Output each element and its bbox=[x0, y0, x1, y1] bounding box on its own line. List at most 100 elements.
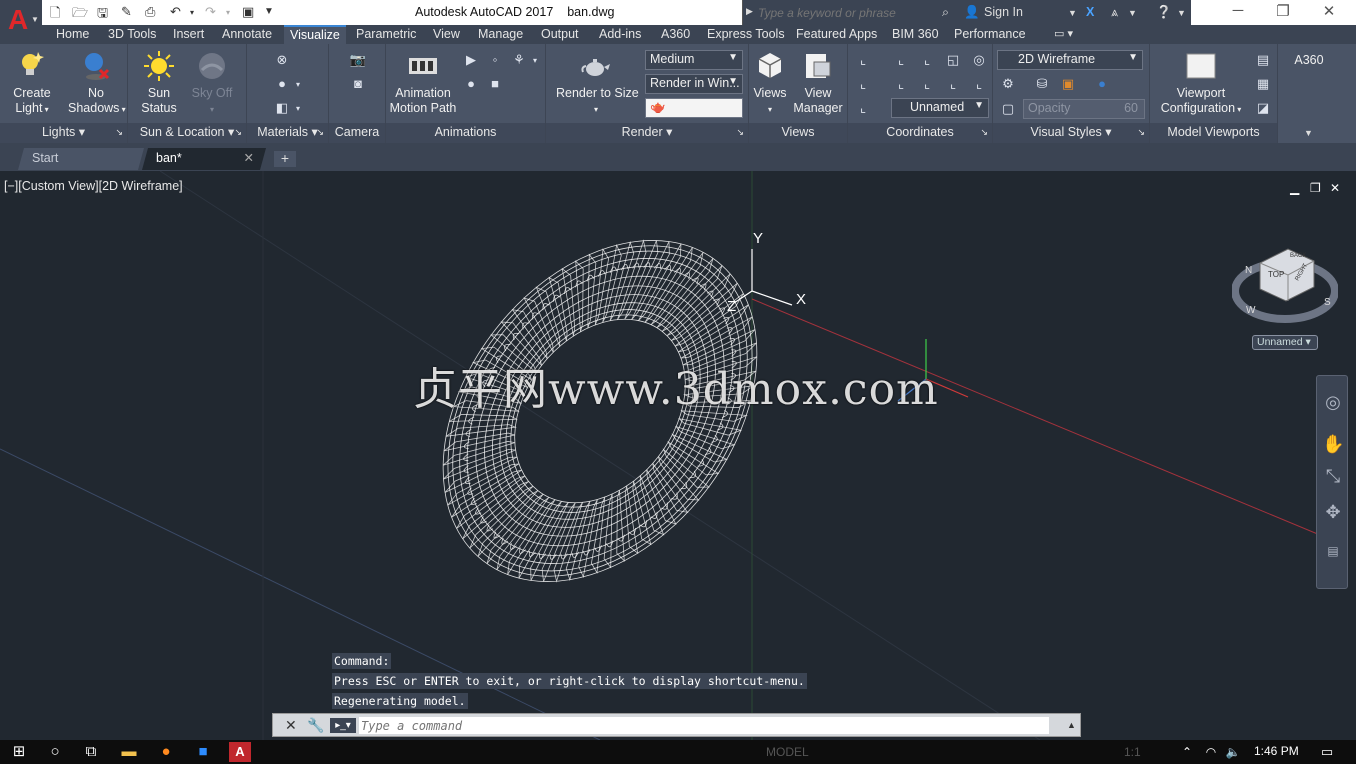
viewport-close-icon[interactable]: ✕ bbox=[1330, 181, 1340, 195]
sign-in-button[interactable]: Sign In bbox=[984, 5, 1023, 19]
new-file-icon[interactable]: 🗋 bbox=[50, 4, 60, 20]
file-tab-start[interactable]: Start bbox=[18, 148, 144, 170]
firefox-icon[interactable]: ● bbox=[155, 742, 177, 762]
windows-start-icon[interactable]: ⊞ bbox=[8, 742, 30, 762]
viewport-restore-icon[interactable]: ❐ bbox=[1310, 181, 1321, 195]
taskbar-clock[interactable]: 1:46 PM bbox=[1254, 744, 1299, 758]
tab-visualize[interactable]: Visualize bbox=[284, 25, 346, 44]
panel-title-materials[interactable]: Materials ▾ ↘ bbox=[247, 123, 328, 143]
tray-expand-icon[interactable]: ⌃ bbox=[1176, 742, 1198, 762]
tab-featured-apps[interactable]: Featured Apps bbox=[796, 27, 877, 44]
panel-title-visual-styles[interactable]: Visual Styles ▾ ↘ bbox=[993, 123, 1149, 143]
panel-title-animations[interactable]: Animations bbox=[386, 123, 545, 143]
close-tab-icon[interactable]: ✕ bbox=[244, 148, 254, 168]
animation-motion-path-button[interactable]: Animation Motion Path bbox=[388, 50, 458, 116]
help-icon[interactable]: ❔ bbox=[1156, 5, 1172, 20]
create-camera-icon[interactable]: 📷 bbox=[349, 52, 367, 68]
no-shadows-button[interactable]: No Shadows ▾ bbox=[68, 50, 126, 117]
panel-title-model-viewports[interactable]: Model Viewports bbox=[1150, 123, 1277, 143]
face-style-icon[interactable]: ▣ bbox=[1059, 76, 1077, 92]
ucs-3point-icon[interactable]: ⌞ bbox=[892, 76, 910, 92]
print-icon[interactable]: ⎙ bbox=[145, 4, 155, 20]
tab-bim-360[interactable]: BIM 360 bbox=[892, 27, 939, 44]
panel-title-sun-location[interactable]: Sun & Location ▾ ↘ bbox=[128, 123, 246, 143]
chevron-down-icon[interactable]: ▼ bbox=[1068, 8, 1077, 18]
ucs-x-icon[interactable]: ⌞ bbox=[918, 52, 936, 68]
create-light-button[interactable]: Create Light ▾ bbox=[8, 50, 56, 117]
render-environment-field[interactable]: 🫖 bbox=[645, 98, 743, 118]
zoom-extents-icon[interactable]: ⤡ bbox=[1322, 466, 1344, 488]
ucs-named-icon[interactable]: ⌞ bbox=[854, 100, 872, 116]
workspace-icon[interactable]: ▣ bbox=[242, 4, 254, 20]
close-command-line-icon[interactable]: ✕ bbox=[285, 717, 297, 734]
cube-back-face[interactable]: BACK bbox=[1290, 253, 1306, 259]
record-icon[interactable]: ● bbox=[462, 76, 480, 92]
application-menu-button[interactable]: A ▼ bbox=[0, 0, 42, 44]
file-tab-current[interactable]: ban* ✕ bbox=[142, 148, 266, 170]
open-file-icon[interactable]: 🗁 bbox=[72, 4, 88, 20]
compass-s[interactable]: S bbox=[1324, 297, 1331, 308]
ucs-z-icon[interactable]: ⌞ bbox=[944, 76, 962, 92]
expand-icon[interactable]: ▶ bbox=[746, 6, 753, 17]
binoculars-icon[interactable]: ⌕ bbox=[942, 5, 949, 20]
tab-3d-tools[interactable]: 3D Tools bbox=[108, 27, 156, 44]
opacity-slider[interactable]: Opacity 60 bbox=[1023, 99, 1145, 119]
task-view-icon[interactable]: ⧉ bbox=[80, 742, 102, 762]
chevron-down-icon[interactable]: ▾ bbox=[289, 77, 307, 93]
file-explorer-icon[interactable]: ▬ bbox=[118, 742, 140, 762]
save-as-icon[interactable]: ✎ bbox=[121, 4, 132, 20]
ucs-object-icon[interactable]: ◎ bbox=[970, 52, 988, 68]
panel-title-lights[interactable]: Lights ▾ ↘ bbox=[0, 123, 127, 143]
notifications-icon[interactable]: ▭ bbox=[1316, 742, 1338, 762]
compass-w[interactable]: W bbox=[1246, 305, 1256, 316]
tab-output[interactable]: Output bbox=[541, 27, 579, 44]
view-cube[interactable]: TOP BACK RIGHT N W S bbox=[1232, 229, 1338, 339]
tab-insert[interactable]: Insert bbox=[173, 27, 204, 44]
zoom-app-icon[interactable]: ■ bbox=[192, 742, 214, 762]
drawing-viewport[interactable]: Y X Z [−][Custom View][2D Wireframe] ▁ ❐… bbox=[0, 171, 1356, 740]
pause-icon[interactable]: ◦ bbox=[486, 52, 504, 68]
undo-icon[interactable]: ↶ bbox=[170, 4, 181, 20]
autocad-taskbar-icon[interactable]: A bbox=[229, 742, 251, 762]
viewport-minimize-icon[interactable]: ▁ bbox=[1290, 181, 1299, 195]
render-in-dropdown[interactable]: Render in Win... ▼ bbox=[645, 74, 743, 94]
ucs-world-icon[interactable]: ⌞ bbox=[854, 76, 872, 92]
user-icon[interactable]: 👤 bbox=[964, 5, 980, 20]
tab-manage[interactable]: Manage bbox=[478, 27, 523, 44]
search-box[interactable]: ▶ bbox=[742, 0, 936, 25]
render-quality-dropdown[interactable]: Medium ▼ bbox=[645, 50, 743, 70]
views-button[interactable]: Views ▾ bbox=[751, 50, 789, 117]
panel-title-coordinates[interactable]: Coordinates ↘ bbox=[848, 123, 992, 143]
visual-style-dropdown[interactable]: 2D Wireframe ▼ bbox=[997, 50, 1143, 70]
cortana-icon[interactable]: ○ bbox=[44, 742, 66, 762]
panel-title-render[interactable]: Render ▾ ↘ bbox=[546, 123, 748, 143]
ucs-icon[interactable]: ⌞ bbox=[854, 52, 872, 68]
tab-performance[interactable]: Performance bbox=[954, 27, 1026, 44]
ucs-menu-dropdown[interactable]: Unnamed ▾ bbox=[1252, 335, 1318, 350]
panel-title-camera[interactable]: Camera bbox=[329, 123, 385, 143]
tab-add-ins[interactable]: Add-ins bbox=[599, 27, 641, 44]
view-manager-button[interactable]: View Manager bbox=[793, 50, 843, 116]
sky-off-button[interactable]: Sky Off ▾ bbox=[184, 50, 240, 117]
annotation-scale[interactable]: 1:1 bbox=[1124, 745, 1141, 759]
command-input[interactable] bbox=[359, 717, 1049, 734]
named-viewports-icon[interactable]: ▤ bbox=[1254, 52, 1272, 68]
ucs-view-icon[interactable]: ◱ bbox=[944, 52, 962, 68]
redo-dropdown-icon[interactable]: ▾ bbox=[226, 8, 230, 24]
search-input[interactable] bbox=[758, 3, 934, 22]
lighting-quality-icon[interactable]: ● bbox=[1093, 76, 1111, 92]
compass-n[interactable]: N bbox=[1245, 265, 1252, 276]
join-viewports-icon[interactable]: ▦ bbox=[1254, 76, 1272, 92]
viewport-controls-label[interactable]: [−][Custom View][2D Wireframe] bbox=[4, 179, 183, 193]
ucs-face-icon[interactable]: ⌞ bbox=[970, 76, 988, 92]
ribbon-minimize-icon[interactable]: ▭ ▾ bbox=[1054, 27, 1073, 44]
edge-effects-icon[interactable]: ⚙ bbox=[999, 76, 1017, 92]
ucs-y-icon[interactable]: ⌞ bbox=[918, 76, 936, 92]
shadow-display-icon[interactable]: ⛁ bbox=[1033, 76, 1051, 92]
redo-icon[interactable]: ↷ bbox=[205, 4, 216, 20]
xray-icon[interactable]: ▢ bbox=[999, 101, 1017, 117]
tab-express-tools[interactable]: Express Tools bbox=[707, 27, 785, 44]
undo-dropdown-icon[interactable]: ▾ bbox=[190, 8, 194, 24]
tab-annotate[interactable]: Annotate bbox=[222, 27, 272, 44]
close-button[interactable]: ✕ bbox=[1309, 2, 1349, 22]
